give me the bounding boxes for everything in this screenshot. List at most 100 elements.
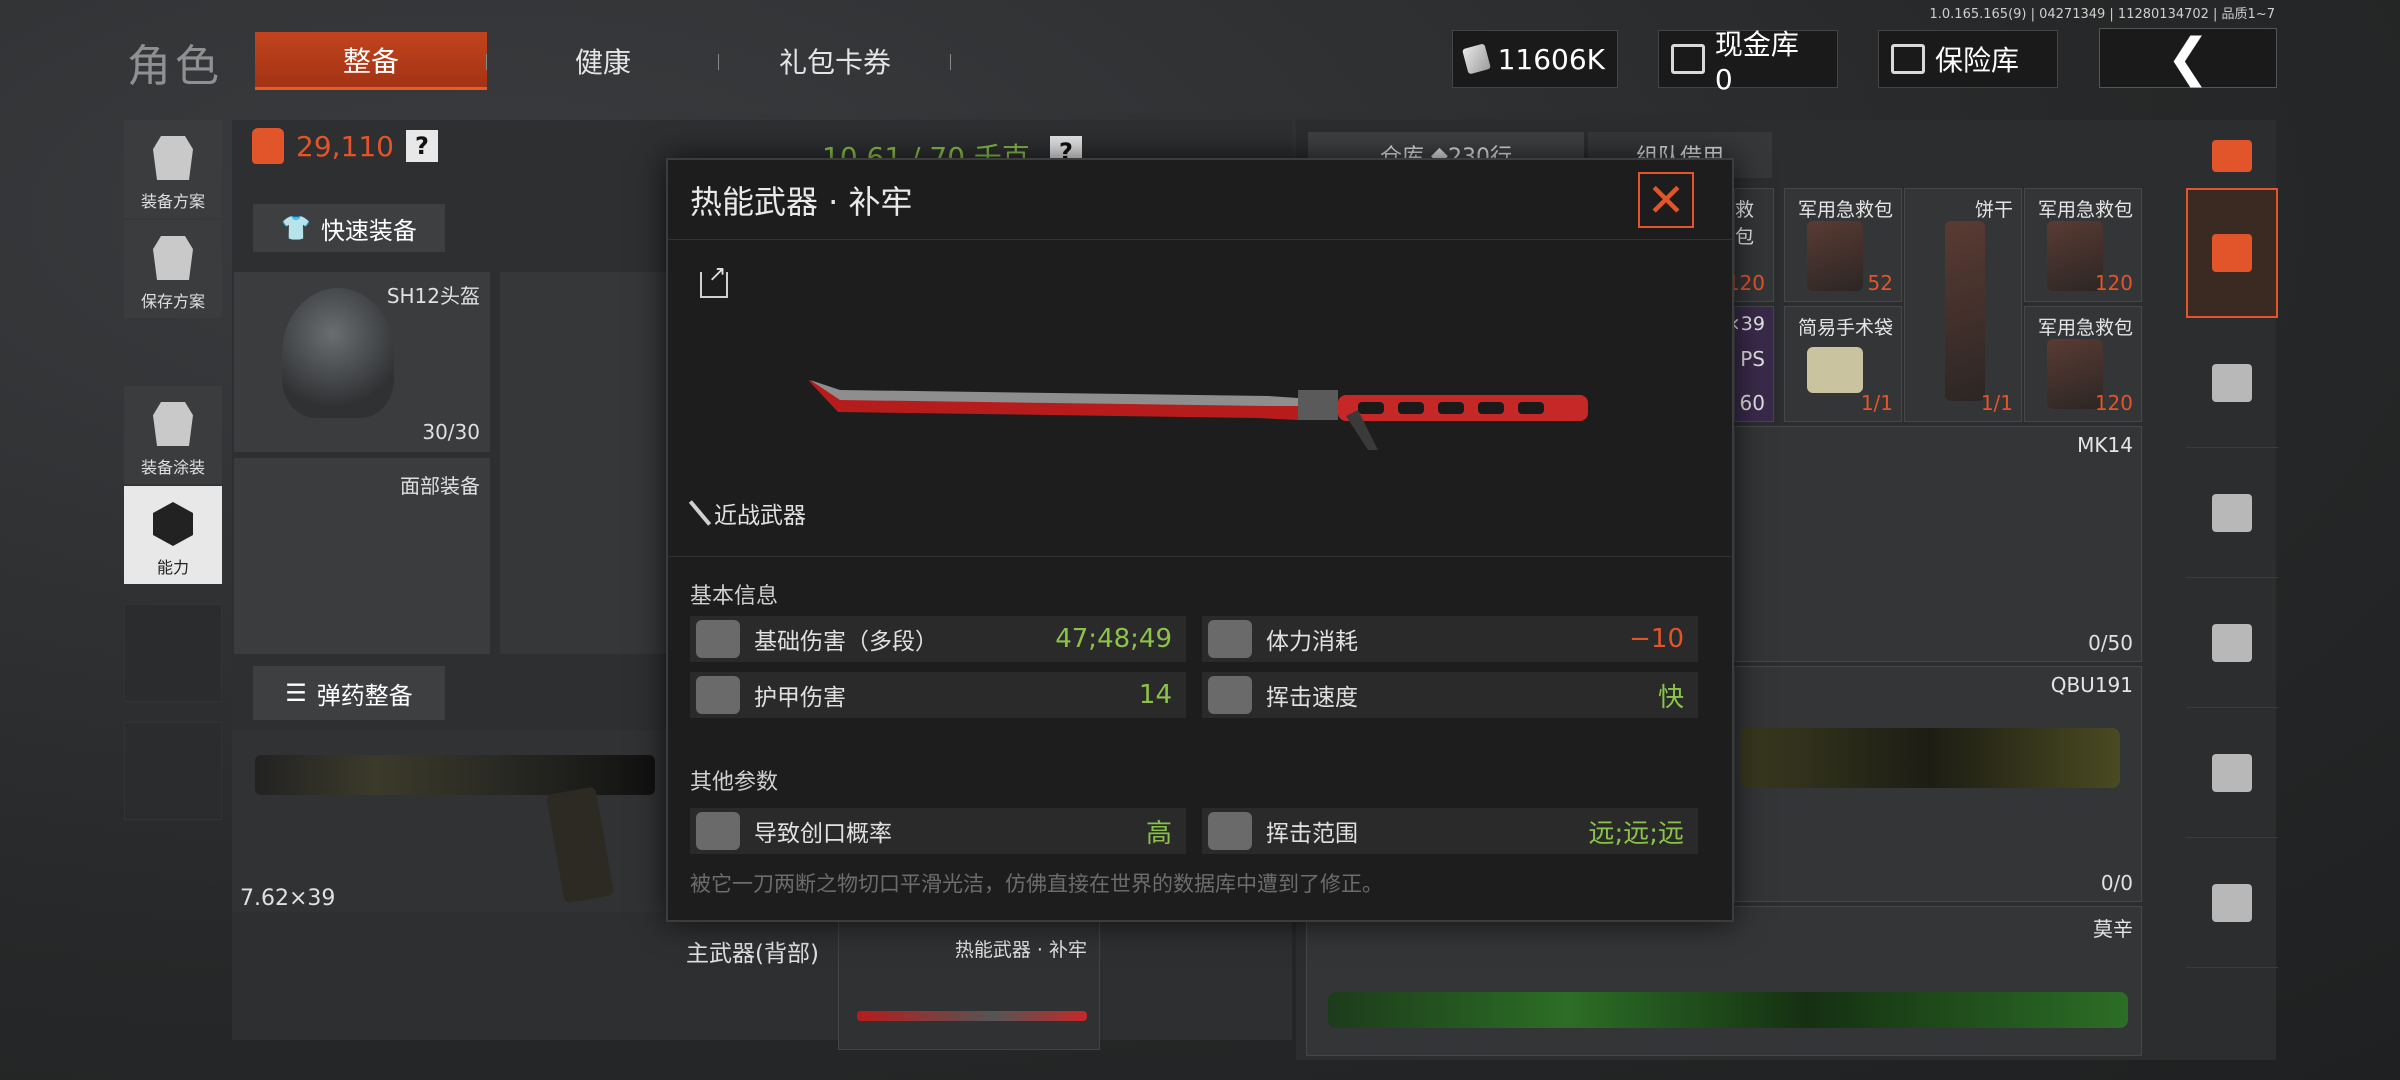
sniper-image xyxy=(1328,992,2128,1028)
rail-label: 装备方案 xyxy=(140,192,205,211)
sight-icon xyxy=(2212,883,2252,922)
ammo-icon: ☰ xyxy=(285,679,307,707)
item-cell[interactable]: 简易手术袋 1/1 xyxy=(1784,306,1902,422)
quick-equip-button[interactable]: 👕 快速装备 xyxy=(253,204,445,252)
item-cell[interactable]: 军用急救包 52 xyxy=(1784,188,1902,302)
knife-icon xyxy=(688,500,712,526)
stat-swing-range: 挥击范围 远;远;远 xyxy=(1202,808,1698,854)
sword-image xyxy=(808,380,1588,450)
surgery-kit-image xyxy=(1807,347,1863,393)
close-icon: ✕ xyxy=(1646,173,1686,227)
left-rail: 装备方案 保存方案 装备涂装 能力 xyxy=(124,120,222,820)
stat-value: 快 xyxy=(1657,682,1684,713)
vault-icon xyxy=(1671,44,1705,74)
category-rail xyxy=(2186,124,2278,968)
item-cell[interactable]: 饼干 1/1 xyxy=(1904,188,2022,422)
rail-label: 能力 xyxy=(156,558,189,577)
category-rifle[interactable] xyxy=(2186,448,2278,578)
back-button[interactable]: ❮ xyxy=(2099,28,2277,88)
stat-value: −10 xyxy=(1629,624,1684,654)
item-cell[interactable]: 救包 120 xyxy=(1727,188,1774,302)
quick-equip-label: 快速装备 xyxy=(320,216,417,245)
backpack-icon xyxy=(252,128,284,164)
cash-vault-button[interactable]: 现金库 0 xyxy=(1658,28,1838,96)
category-all[interactable] xyxy=(2186,188,2278,318)
stat-value: 47;48;49 xyxy=(1055,624,1172,654)
weapon-cell[interactable]: 莫辛 xyxy=(1306,906,2142,1056)
close-button[interactable]: ✕ xyxy=(1638,172,1694,228)
stack-all-button[interactable] xyxy=(2186,124,2278,188)
ammo-label: 弹药整备 xyxy=(316,681,413,710)
rifle-icon xyxy=(2212,493,2252,532)
weapon-cell[interactable]: MK14 0/50 xyxy=(1734,426,2142,662)
category-row: 近战武器 xyxy=(688,496,806,530)
ammo-loadout-button[interactable]: ☰ 弹药整备 xyxy=(253,666,445,720)
weapon-ammo: 0/0 xyxy=(2100,871,2133,895)
tab-gift-cards[interactable]: 礼包卡券 xyxy=(719,32,951,90)
ability-button[interactable]: 能力 xyxy=(124,486,222,584)
divider xyxy=(668,556,1732,557)
weapon-name: MK14 xyxy=(2077,433,2133,457)
category-helmet[interactable] xyxy=(2186,318,2278,448)
layers-icon xyxy=(2212,234,2252,272)
category-attachment[interactable] xyxy=(2186,838,2278,968)
wound-icon xyxy=(696,812,740,850)
main-weapon-name: 热能武器 · 补牢 xyxy=(954,939,1087,961)
category-ammo[interactable] xyxy=(2186,708,2278,838)
page-title: 角色 xyxy=(127,41,223,92)
swing-speed-icon xyxy=(1208,676,1252,714)
caliber-label: 7.62×39 xyxy=(240,886,336,911)
stat-value: 高 xyxy=(1145,818,1172,849)
item-count: 120 xyxy=(2094,271,2133,295)
item-count: 120 xyxy=(2094,391,2133,415)
item-name: 救包 xyxy=(1735,199,1755,248)
version-text: 1.0.165.165(9) | 04271349 | 11280134702 … xyxy=(1929,7,2276,22)
tab-health[interactable]: 健康 xyxy=(487,32,719,90)
item-name: 饼干 xyxy=(1974,199,2013,221)
vest-icon xyxy=(153,136,193,180)
weapon-ammo: 0/50 xyxy=(2088,631,2133,655)
item-count: 1/1 xyxy=(1860,391,1893,415)
stat-label: 挥击速度 xyxy=(1266,685,1358,711)
item-count: 1/1 xyxy=(1980,391,2013,415)
main-weapon-back-slot[interactable]: 热能武器 · 补牢 xyxy=(838,920,1100,1050)
armor-damage-icon xyxy=(696,676,740,714)
item-cell[interactable]: ×39 PS 60 xyxy=(1725,306,1774,422)
item-detail-dialog: 热能武器 · 补牢 ✕ 近战武器 基本信息 基础伤害（多段） 47;48;49 … xyxy=(666,158,1734,922)
money-display: 11606K xyxy=(1452,30,1618,88)
hexagon-bolt-icon xyxy=(153,502,193,546)
biscuit-image xyxy=(1945,221,1985,401)
rail-label: 保存方案 xyxy=(140,292,205,311)
face-gear-slot[interactable]: 面部装备 xyxy=(234,458,490,654)
help-button[interactable]: ? xyxy=(405,130,438,162)
cash-icon xyxy=(1462,43,1491,75)
armor-slot[interactable] xyxy=(500,272,670,654)
stat-swing-speed: 挥击速度 快 xyxy=(1202,672,1698,718)
save-plan-button[interactable]: 保存方案 xyxy=(124,220,222,318)
empty-rail-slot xyxy=(124,604,222,702)
stat-label: 导致创口概率 xyxy=(754,821,892,847)
stamina-icon xyxy=(1208,620,1252,658)
rail-label: 装备涂装 xyxy=(140,458,205,477)
stat-label: 挥击范围 xyxy=(1266,821,1358,847)
item-cell[interactable]: 军用急救包 120 xyxy=(2024,188,2142,302)
share-icon[interactable] xyxy=(700,262,728,298)
insurance-vault-button[interactable]: 保险库 xyxy=(1878,30,2058,88)
item-name: 军用急救包 xyxy=(1797,199,1893,221)
cash-vault-label: 现金库 0 xyxy=(1714,27,1799,96)
main-weapon-back-label: 主武器(背部) xyxy=(686,941,819,967)
medkit-image xyxy=(1807,221,1863,291)
category-magazine[interactable] xyxy=(2186,578,2278,708)
face-gear-label: 面部装备 xyxy=(400,474,480,498)
gear-paint-button[interactable]: 装备涂装 xyxy=(124,386,222,484)
item-name: 军用急救包 xyxy=(2037,317,2133,339)
item-cell[interactable]: 军用急救包 120 xyxy=(2024,306,2142,422)
stat-label: 护甲伤害 xyxy=(754,685,846,711)
tab-loadout[interactable]: 整备 xyxy=(255,32,487,90)
item-name: 军用急救包 xyxy=(2037,199,2133,221)
empty-rail-slot xyxy=(124,722,222,820)
loadout-plan-button[interactable]: 装备方案 xyxy=(124,120,222,218)
stat-label: 基础伤害（多段） xyxy=(754,629,938,655)
stat-armor-damage: 护甲伤害 14 xyxy=(690,672,1186,718)
stat-value: 14 xyxy=(1138,680,1172,710)
